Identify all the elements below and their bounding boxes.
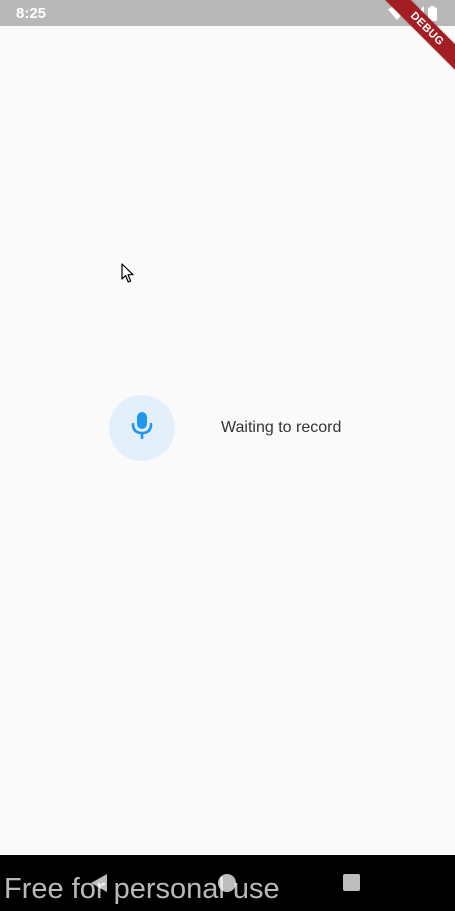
back-icon[interactable] xyxy=(90,873,108,898)
mouse-pointer-icon xyxy=(121,263,135,289)
recording-status-text: Waiting to record xyxy=(221,419,342,436)
microphone-icon xyxy=(130,411,154,446)
recents-icon[interactable] xyxy=(343,874,360,891)
status-bar: 8:25 xyxy=(0,0,455,26)
record-button[interactable] xyxy=(109,395,175,461)
recorder-row: Waiting to record xyxy=(109,395,341,461)
main-content: Waiting to record xyxy=(0,26,455,855)
home-icon[interactable] xyxy=(218,874,236,892)
navigation-bar xyxy=(0,855,455,911)
status-time: 8:25 xyxy=(16,5,47,22)
